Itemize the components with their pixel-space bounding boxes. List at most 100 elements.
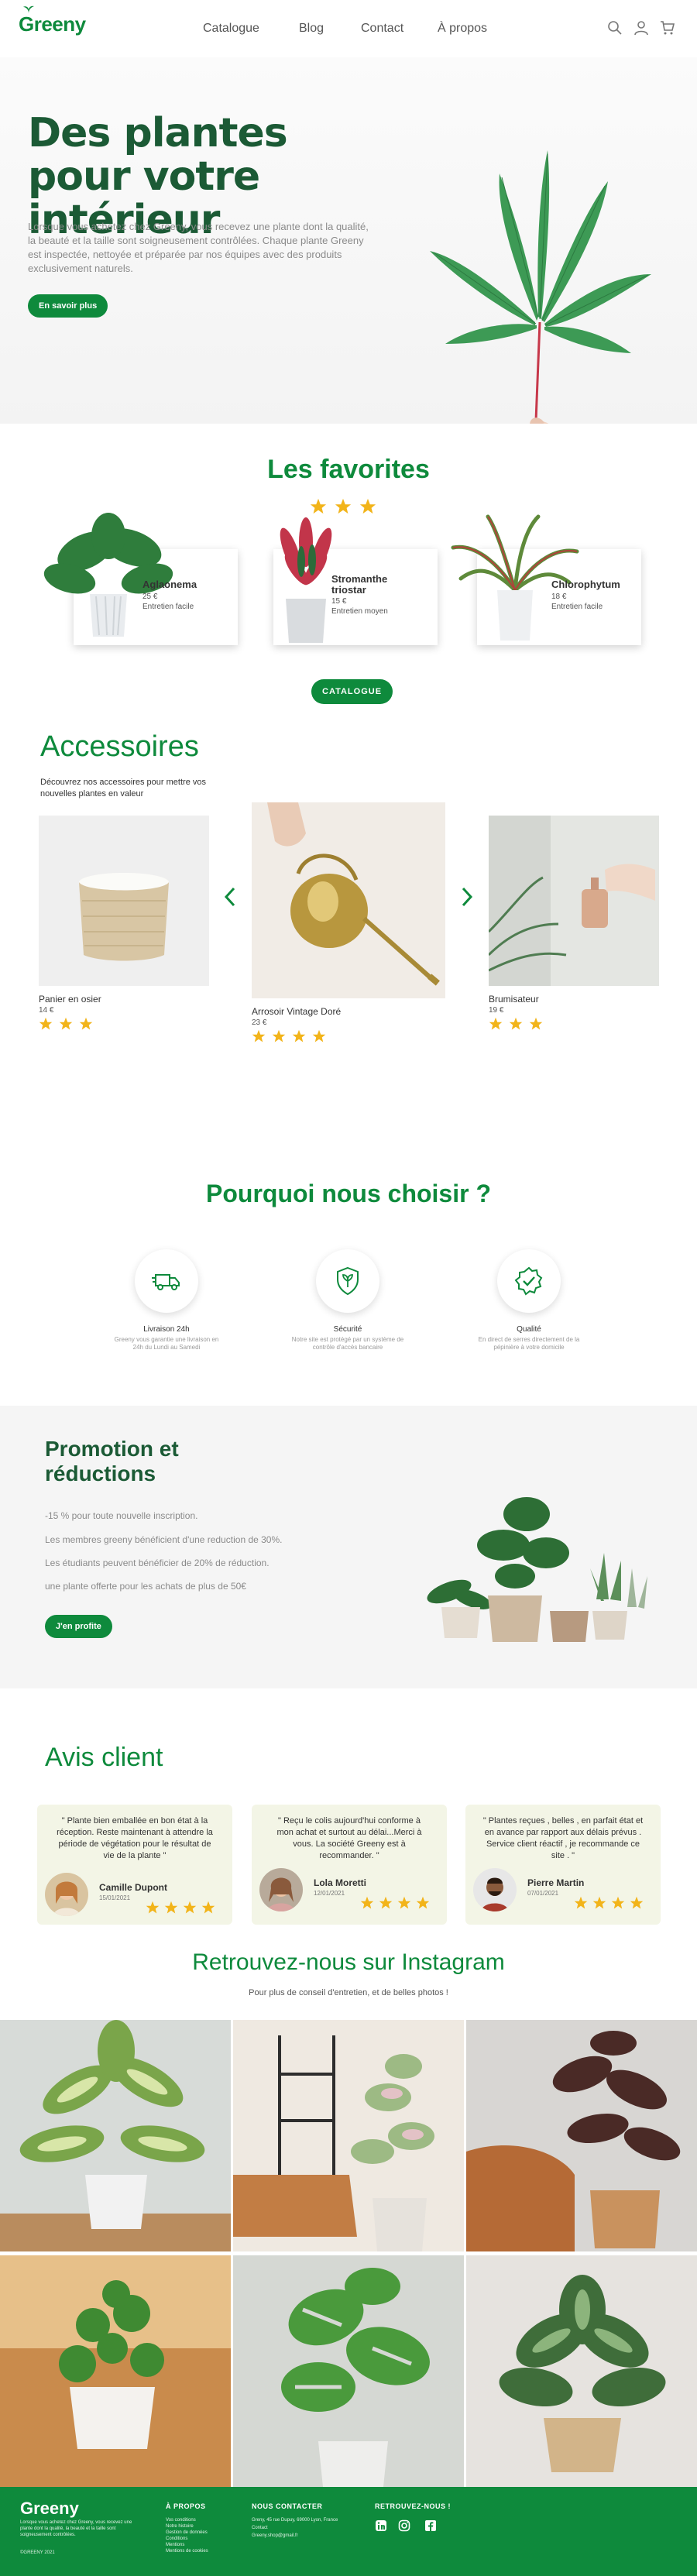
star-icon (509, 1017, 523, 1030)
star-icon (529, 1017, 543, 1030)
avatar (473, 1868, 517, 1911)
avatar (45, 1873, 88, 1916)
accessory-image[interactable] (252, 802, 445, 998)
quality-badge (497, 1249, 561, 1313)
footer-logo[interactable]: Greeny (20, 2499, 79, 2519)
instagram-title: Retrouvez-nous sur Instagram (192, 1949, 505, 1975)
rubber-plant-photo (466, 2031, 681, 2251)
footer-contact-title: NOUS CONTACTER (252, 2502, 323, 2510)
review-card: " Reçu le colis aujourd'hui conforme à m… (252, 1805, 447, 1925)
watering-can-image (267, 802, 440, 986)
accessory-image[interactable] (39, 816, 209, 986)
review-author: Pierre Martin (527, 1877, 585, 1888)
star-icon (574, 1896, 588, 1909)
promotion-title: Promotion et réductions (45, 1437, 179, 1485)
footer-link[interactable]: Vos conditions (166, 2518, 196, 2523)
hero-plant-image (430, 150, 651, 424)
instagram-photo[interactable] (466, 2255, 697, 2487)
accessory-name: Arrosoir Vintage Doré (252, 1006, 342, 1017)
accessory-price: 14 € (39, 1006, 54, 1015)
avatar-lola (259, 1868, 303, 1911)
dieffenbachia-photo (0, 2020, 231, 2251)
site-header: Greeny Catalogue Blog Contact À propos (0, 0, 697, 57)
facebook-icon[interactable] (424, 2519, 437, 2532)
chevron-left-icon[interactable] (223, 887, 237, 907)
star-icon (164, 1901, 178, 1914)
nav-about[interactable]: À propos (438, 22, 487, 36)
ficus-living-room-photo (233, 2020, 464, 2251)
review-text: " Reçu le colis aujourd'hui conforme à m… (276, 1816, 422, 1860)
accessories-title: Accessoires (40, 730, 199, 763)
promotion-line: -15 % pour toute nouvelle inscription. (45, 1510, 198, 1521)
avatar-pierre (473, 1868, 517, 1911)
star-icon (79, 1017, 93, 1030)
avatar-camille (45, 1873, 88, 1916)
footer-email[interactable]: Greeny.shop@gmail.fr (252, 2533, 298, 2538)
favorite-price: 25 € (142, 592, 158, 601)
catalogue-button[interactable]: CATALOGUE (311, 679, 393, 704)
instagram-photo[interactable] (233, 2255, 464, 2487)
avatar (259, 1868, 303, 1911)
star-icon (335, 498, 352, 514)
linkedin-icon[interactable] (375, 2519, 387, 2532)
chevron-right-icon[interactable] (460, 887, 474, 907)
search-icon[interactable] (607, 20, 623, 36)
accessories-subtitle: Découvrez nos accessoires pour mettre vo… (40, 778, 206, 799)
why-item-text: Notre site est protégé par un système de… (291, 1336, 404, 1351)
claim-offer-button[interactable]: J'en profite (45, 1615, 112, 1638)
footer-link[interactable]: Mentions (166, 2543, 184, 2547)
review-card: " Plantes reçues , belles , en parfait é… (465, 1805, 661, 1925)
footer-contact-link[interactable]: Contact (252, 2526, 268, 2530)
footer-link[interactable]: Notre histoire (166, 2524, 194, 2529)
star-icon (312, 1029, 326, 1042)
accessory-name: Panier en osier (39, 994, 101, 1005)
star-icon (630, 1896, 644, 1909)
star-icon (359, 498, 376, 514)
footer-about-title: À PROPOS (166, 2502, 206, 2510)
favorites-title: Les favorites (267, 455, 430, 484)
nav-blog[interactable]: Blog (299, 22, 324, 36)
security-badge (316, 1249, 379, 1313)
star-icon (379, 1896, 393, 1909)
review-rating (360, 1896, 430, 1910)
nav-catalogue[interactable]: Catalogue (203, 22, 259, 36)
instagram-section: Retrouvez-nous sur Instagram Pour plus d… (0, 1949, 697, 2020)
star-icon (360, 1896, 374, 1909)
logo-text: Greeny (19, 12, 86, 36)
footer-social-title: RETROUVEZ-NOUS ! (375, 2502, 451, 2510)
hero-text: Lorsque vous achetez chez Greeny, vous r… (28, 221, 369, 274)
cart-icon[interactable] (660, 20, 675, 36)
nav-contact[interactable]: Contact (361, 22, 403, 36)
logo[interactable]: Greeny (19, 5, 86, 36)
favorite-name: Stromanthe triostar (331, 573, 388, 596)
why-item-text: Greeny vous garantie une livraison en 24… (114, 1336, 219, 1351)
why-item-title: Qualité (517, 1325, 541, 1334)
instagram-photo[interactable] (466, 2020, 697, 2251)
footer-link[interactable]: Conditions (166, 2537, 187, 2541)
instagram-photo[interactable] (233, 2020, 464, 2251)
sprout-icon (23, 5, 34, 13)
chlorophytum-image (451, 514, 579, 641)
review-rating (146, 1901, 215, 1915)
instagram-icon[interactable] (398, 2519, 410, 2532)
why-item-title: Sécurité (333, 1325, 362, 1334)
instagram-grid (0, 2020, 697, 2487)
user-icon[interactable] (633, 20, 649, 36)
footer-copyright: ©GREENY 2021 (20, 2550, 55, 2555)
footer-link[interactable]: Mentions de cookies (166, 2549, 208, 2554)
favorite-care: Entretien facile (551, 603, 603, 611)
review-text: " Plante bien emballée en bon état à la … (57, 1816, 213, 1860)
site-footer: Greeny Lorsque vous achetez chez Greeny,… (0, 2487, 697, 2576)
promotion-line: Les étudiants peuvent bénéficier de 20% … (45, 1558, 270, 1568)
instagram-photo[interactable] (0, 2255, 231, 2487)
footer-link[interactable]: Gestion de données (166, 2530, 208, 2535)
accessory-image[interactable] (489, 816, 659, 986)
star-icon (611, 1896, 625, 1909)
favorites-rating (310, 498, 376, 515)
footer-description: Lorsque vous achetez chez Greeny, vous r… (20, 2520, 132, 2537)
instagram-photo[interactable] (0, 2020, 231, 2251)
favorite-care: Entretien facile (142, 603, 194, 611)
hero-section: Des plantes pour votre intérieur Lorsque… (0, 57, 697, 424)
learn-more-button[interactable]: En savoir plus (28, 294, 108, 318)
accessories-section: Accessoires Découvrez nos accessoires po… (0, 723, 697, 1161)
